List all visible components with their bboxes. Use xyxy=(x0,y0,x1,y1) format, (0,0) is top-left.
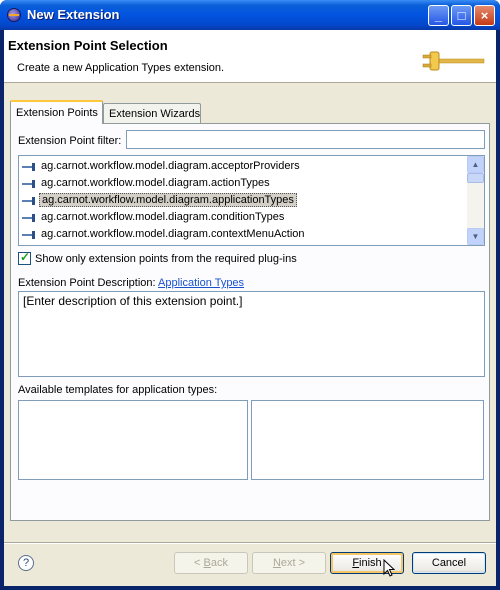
filter-input[interactable] xyxy=(126,130,485,149)
list-item-label: ag.carnot.workflow.model.diagram.accepto… xyxy=(41,160,300,172)
plug-icon xyxy=(422,51,485,71)
tab-extension-wizards[interactable]: Extension Wizards xyxy=(103,103,201,123)
list-item-label: ag.carnot.workflow.model.diagram.context… xyxy=(41,228,305,240)
page-title: Extension Point Selection xyxy=(8,38,168,53)
maximize-icon: □ xyxy=(457,8,466,23)
template-description-box xyxy=(251,400,484,480)
show-only-checkbox[interactable] xyxy=(18,250,31,265)
list-item-label: ag.carnot.workflow.model.diagram.actionT… xyxy=(41,177,270,189)
scroll-up-icon[interactable]: ▲ xyxy=(467,156,484,173)
button-bar-separator xyxy=(4,542,496,544)
wizard-header: Extension Point Selection Create a new A… xyxy=(4,30,496,83)
templates-list[interactable] xyxy=(18,400,248,480)
description-label: Extension Point Description: Application… xyxy=(18,277,244,289)
help-icon[interactable]: ? xyxy=(18,555,34,571)
title-bar[interactable]: New Extension _ □ × xyxy=(0,0,500,30)
tab-panel: Extension Point filter: ag.carnot.workfl… xyxy=(10,123,490,521)
dialog-content: Extension Point Selection Create a new A… xyxy=(4,30,496,586)
minimize-icon: _ xyxy=(434,8,443,23)
close-button[interactable]: × xyxy=(474,5,495,26)
cancel-button[interactable]: Cancel xyxy=(412,552,486,574)
extension-point-icon xyxy=(22,214,36,222)
filter-label: Extension Point filter: xyxy=(18,135,122,147)
page-description: Create a new Application Types extension… xyxy=(17,62,225,74)
mouse-cursor-icon xyxy=(383,559,395,577)
description-box: [Enter description of this extension poi… xyxy=(18,291,485,377)
dialog-window: New Extension _ □ × Extension Point Sele… xyxy=(0,0,500,590)
extension-point-icon xyxy=(22,197,36,205)
eclipse-icon xyxy=(7,8,21,22)
minimize-button[interactable]: _ xyxy=(428,5,449,26)
scroll-down-icon[interactable]: ▼ xyxy=(467,228,484,245)
vertical-scrollbar[interactable]: ▲ ▼ xyxy=(467,156,484,245)
scroll-thumb[interactable] xyxy=(467,173,484,183)
list-item-label: ag.carnot.workflow.model.diagram.applica… xyxy=(39,193,297,207)
tab-extension-points[interactable]: Extension Points xyxy=(10,100,103,124)
extension-point-icon xyxy=(22,231,36,239)
extension-point-icon xyxy=(22,180,36,188)
list-item-label: ag.carnot.workflow.model.diagram.conditi… xyxy=(41,211,285,223)
close-icon: × xyxy=(480,8,489,23)
templates-label: Available templates for application type… xyxy=(18,384,218,396)
maximize-button[interactable]: □ xyxy=(451,5,472,26)
window-title: New Extension xyxy=(27,7,120,22)
description-label-text: Extension Point Description: xyxy=(18,277,156,289)
back-button[interactable]: < Back xyxy=(174,552,248,574)
show-only-checkbox-label[interactable]: Show only extension points from the requ… xyxy=(35,253,297,265)
extension-point-icon xyxy=(22,163,36,171)
application-types-link[interactable]: Application Types xyxy=(158,277,244,289)
extension-point-list[interactable]: ag.carnot.workflow.model.diagram.accepto… xyxy=(18,155,485,246)
next-button[interactable]: Next > xyxy=(252,552,326,574)
